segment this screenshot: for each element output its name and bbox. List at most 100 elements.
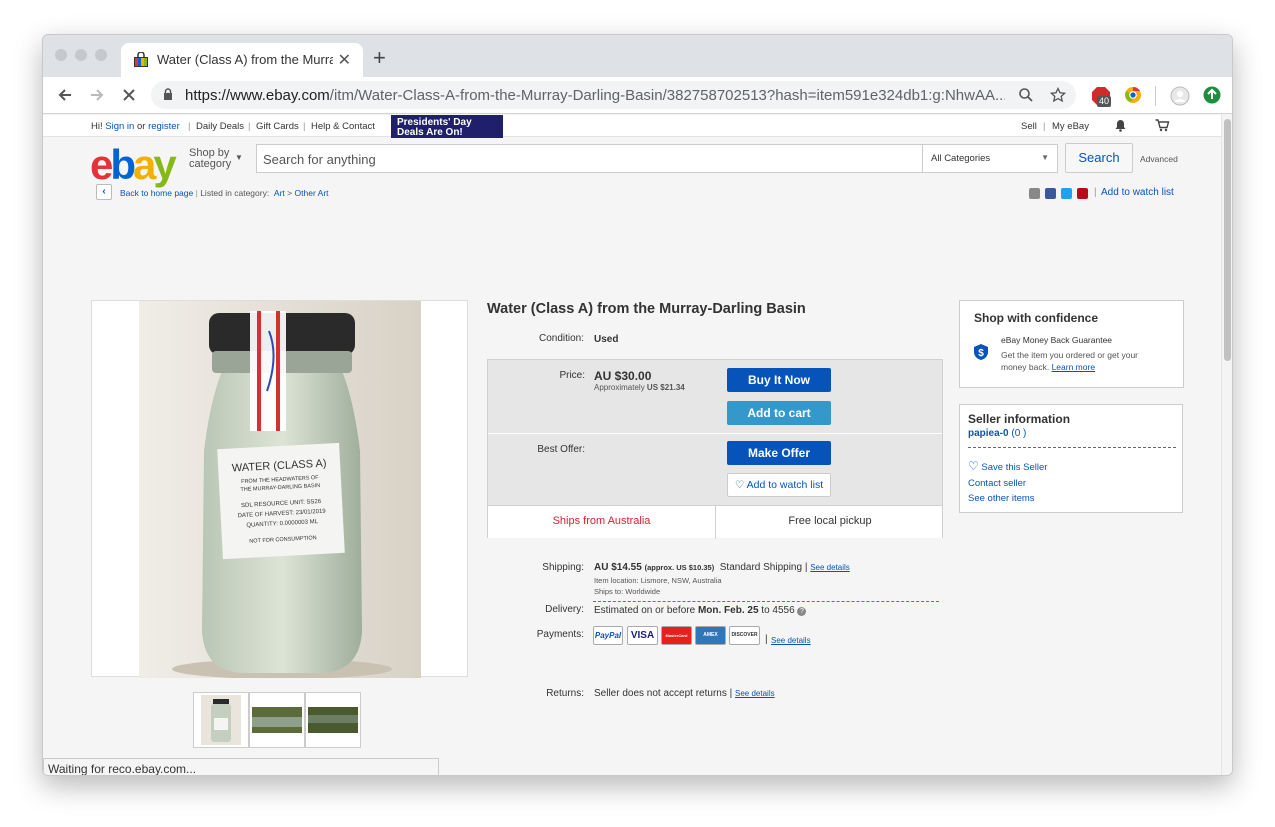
buy-it-now-button[interactable]: Buy It Now [727, 368, 831, 392]
greeting-hi: Hi! [91, 121, 103, 132]
thumbnail-river-2[interactable] [305, 692, 361, 748]
seller-id-row: papiea-0 (0 ) [968, 428, 1026, 439]
register-link[interactable]: register [148, 121, 180, 132]
shop-with-confidence-panel: Shop with confidence $ eBay Money Back G… [959, 300, 1184, 388]
help-contact-link[interactable]: Help & Contact [311, 121, 375, 132]
status-bar: Waiting for reco.ebay.com... [43, 758, 439, 775]
scrollbar-thumb[interactable] [1224, 119, 1231, 361]
search-input[interactable]: Search for anything [256, 144, 923, 173]
new-tab-button[interactable]: + [373, 45, 386, 71]
mastercard-icon: MasterCard [661, 626, 692, 645]
promo-line-2: Deals Are On! [397, 127, 463, 138]
price-label: Price: [559, 370, 585, 381]
discover-icon: DISCOVER [729, 626, 760, 645]
sign-in-link[interactable]: Sign in [105, 121, 134, 132]
promo-banner[interactable]: Presidents' Day Deals Are On! [391, 115, 503, 138]
breadcrumb: Back to home page | Listed in category: … [120, 188, 329, 198]
river-thumbnail-image [308, 707, 358, 733]
seller-name-link[interactable]: papiea-0 [968, 428, 1009, 439]
search-placeholder: Search for anything [263, 152, 376, 167]
forward-arrow-icon[interactable] [89, 87, 105, 103]
tab-close-icon[interactable]: ✕ [338, 50, 351, 70]
notification-bell-icon[interactable] [1115, 119, 1126, 132]
shopping-bag-icon [134, 52, 148, 67]
breadcrumb-other-art-link[interactable]: Other Art [295, 188, 329, 198]
payments-label: Payments: [536, 629, 584, 640]
sell-link[interactable]: Sell [1021, 121, 1037, 132]
category-select-value: All Categories [931, 153, 991, 164]
price-value: AU $30.00 [594, 369, 652, 383]
shield-icon: $ [974, 344, 988, 360]
browser-tab[interactable]: Water (Class A) from the Murra ✕ [121, 43, 363, 77]
money-back-guarantee: eBay Money Back Guarantee [1001, 335, 1113, 345]
seller-information-panel: Seller information papiea-0 (0 ) ♡ Save … [959, 404, 1183, 513]
contact-seller-link[interactable]: Contact seller [968, 478, 1026, 489]
daily-deals-link[interactable]: Daily Deals [196, 121, 244, 132]
approx-label: Approximately [594, 383, 645, 392]
header-sep: | [1043, 121, 1046, 132]
vertical-scrollbar[interactable] [1221, 115, 1232, 775]
window-zoom-dot[interactable] [95, 49, 107, 61]
back-chevron-icon[interactable]: ‹ [96, 184, 112, 200]
my-ebay-link[interactable]: My eBay [1052, 121, 1089, 132]
chrome-extension-icon[interactable] [1124, 86, 1142, 104]
ebay-logo[interactable]: ebay [90, 143, 177, 187]
learn-more-link[interactable]: Learn more [1052, 362, 1095, 372]
zoom-icon[interactable] [1018, 87, 1034, 103]
gift-cards-link[interactable]: Gift Cards [256, 121, 299, 132]
best-offer-label: Best Offer: [537, 444, 585, 455]
search-button[interactable]: Search [1065, 143, 1133, 173]
add-to-watch-list-button[interactable]: ♡ Add to watch list [727, 473, 831, 497]
returns-see-details-link[interactable]: See details [735, 689, 775, 698]
thumbnail-river-1[interactable] [249, 692, 305, 748]
shop-by-category-button[interactable]: Shop by category ▼ [189, 148, 243, 170]
seller-feedback-score[interactable]: (0 ) [1011, 428, 1026, 439]
shipping-see-details-link[interactable]: See details [810, 563, 850, 572]
adblock-extension-icon[interactable]: 40 [1091, 86, 1112, 111]
address-bar[interactable]: https://www.ebay.com/itm/Water-Class-A-f… [151, 81, 1076, 109]
shop-by-line-2: category [189, 158, 232, 170]
confidence-desc-2: money back. Learn more [1001, 362, 1095, 372]
tab-title: Water (Class A) from the Murra [157, 52, 333, 67]
make-offer-button[interactable]: Make Offer [727, 441, 831, 465]
thumbnail-jar[interactable] [193, 692, 249, 748]
cart-icon[interactable] [1155, 119, 1170, 132]
browser-toolbar: https://www.ebay.com/itm/Water-Class-A-f… [43, 77, 1232, 114]
window-minimize-dot[interactable] [75, 49, 87, 61]
save-seller-link[interactable]: ♡ Save this Seller [968, 459, 1047, 473]
main-image[interactable]: WATER (CLASS A) FROM THE HEADWATERS OF T… [91, 300, 468, 679]
visa-icon: VISA [627, 626, 658, 645]
share-sep: | [1094, 187, 1097, 198]
breadcrumb-art-link[interactable]: Art [274, 188, 285, 198]
breadcrumb-arrow: > [287, 188, 293, 198]
free-local-pickup: Free local pickup [788, 515, 872, 527]
stop-loading-icon[interactable] [121, 87, 137, 103]
ebay-page: Hi! Sign in or register | Daily Deals | … [43, 115, 1223, 775]
header-sep: | [303, 121, 306, 132]
twitter-share-icon[interactable] [1061, 188, 1072, 199]
price-divider [488, 433, 942, 434]
help-icon[interactable]: ? [797, 607, 807, 616]
header-sep: | [188, 121, 191, 132]
svg-text:$: $ [978, 348, 984, 359]
payments-see-details-link[interactable]: See details [771, 636, 811, 645]
facebook-share-icon[interactable] [1045, 188, 1056, 199]
email-share-icon[interactable] [1029, 188, 1040, 199]
add-to-cart-button[interactable]: Add to cart [727, 401, 831, 425]
paypal-icon: PayPal [593, 626, 623, 645]
update-arrow-icon[interactable] [1203, 86, 1221, 104]
extension-badge: 40 [1097, 96, 1112, 107]
listing-title: Water (Class A) from the Murray-Darling … [487, 301, 806, 317]
jar-thumbnail-image [201, 695, 241, 745]
bookmark-star-icon[interactable] [1050, 87, 1066, 103]
back-arrow-icon[interactable] [57, 87, 73, 103]
advanced-search-link[interactable]: Advanced [1140, 154, 1178, 164]
category-select[interactable]: All Categories ▼ [923, 144, 1058, 173]
see-other-items-link[interactable]: See other items [968, 493, 1035, 504]
window-close-dot[interactable] [55, 49, 67, 61]
url-path: /itm/Water-Class-A-from-the-Murray-Darli… [329, 87, 1005, 104]
add-to-watch-list-link-top[interactable]: Add to watch list [1101, 187, 1174, 198]
pinterest-share-icon[interactable] [1077, 188, 1088, 199]
back-to-home-link[interactable]: Back to home page [120, 188, 193, 198]
profile-avatar-icon[interactable] [1170, 86, 1190, 106]
